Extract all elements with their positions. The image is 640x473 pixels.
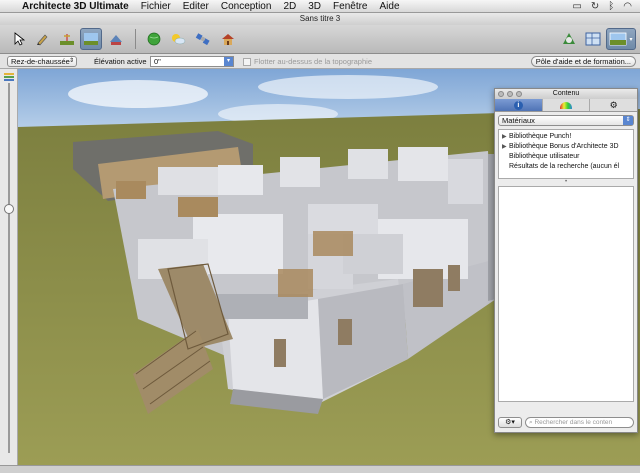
checkbox-box bbox=[243, 57, 251, 66]
category-selector[interactable]: Matériaux ⇕ bbox=[498, 115, 634, 126]
zoom-icon[interactable] bbox=[516, 91, 522, 97]
house-icon[interactable] bbox=[217, 28, 239, 50]
cloud bbox=[68, 80, 208, 108]
elevation-input[interactable]: 0" ▾ bbox=[150, 56, 234, 67]
list-item-label: Bibliothèque Bonus d'Architecte 3D bbox=[509, 143, 619, 150]
stepper-icon: ⇕ bbox=[623, 116, 633, 125]
menu-3d[interactable]: 3D bbox=[308, 1, 321, 12]
globe-icon[interactable] bbox=[143, 28, 165, 50]
list-item[interactable]: ▶ Bibliothèque Punch! bbox=[502, 132, 630, 142]
stepper-icon: ⇕ bbox=[68, 58, 74, 64]
palette-tabs: i ⚙ bbox=[495, 99, 637, 112]
elevation-label: Élévation active bbox=[94, 57, 147, 66]
minimize-icon[interactable] bbox=[507, 91, 513, 97]
floor-selector[interactable]: Rez-de-chaussée ⇕ bbox=[7, 56, 77, 67]
palette-title: Contenu bbox=[552, 90, 580, 97]
elevation-value: 0" bbox=[154, 57, 161, 66]
cross-section-icon[interactable] bbox=[105, 28, 127, 50]
disclosure-triangle-icon[interactable]: ▶ bbox=[502, 132, 509, 142]
color-stripe bbox=[4, 76, 14, 78]
plan-view-icon[interactable] bbox=[582, 28, 604, 50]
landscape-view-icon[interactable] bbox=[80, 28, 102, 50]
3d-view-icon[interactable]: ▾ bbox=[606, 28, 636, 50]
tab-settings[interactable]: ⚙ bbox=[590, 99, 637, 111]
list-item-label: Bibliothèque utilisateur bbox=[509, 153, 580, 160]
list-item-label: Résultats de la recherche (aucun él bbox=[509, 163, 620, 170]
palette-footer: ⚙▾ ⌕ Rechercher dans le conten bbox=[498, 417, 634, 428]
time-machine-icon[interactable]: ↻ bbox=[591, 1, 599, 12]
toolbar-separator bbox=[135, 29, 136, 49]
color-palette-icon bbox=[560, 101, 572, 109]
options-bar: Rez-de-chaussée ⇕ Élévation active 0" ▾ … bbox=[0, 54, 640, 69]
color-stripe bbox=[4, 79, 14, 81]
wifi-icon[interactable]: ◠ bbox=[623, 1, 632, 12]
render-tree-icon[interactable] bbox=[558, 28, 580, 50]
close-icon[interactable] bbox=[498, 91, 504, 97]
select-arrow-icon[interactable] bbox=[8, 28, 30, 50]
info-icon: i bbox=[513, 100, 523, 110]
zoom-slider-bar bbox=[0, 69, 18, 465]
list-item[interactable]: Bibliothèque utilisateur bbox=[502, 152, 630, 162]
zoom-slider-track[interactable] bbox=[8, 83, 10, 453]
app-menu[interactable]: Architecte 3D Ultimate bbox=[22, 1, 129, 12]
gear-icon: ⚙ bbox=[609, 99, 618, 110]
color-stripe bbox=[4, 73, 14, 75]
list-item-label: Bibliothèque Punch! bbox=[509, 133, 572, 140]
menu-aide[interactable]: Aide bbox=[380, 1, 400, 12]
tab-materials[interactable] bbox=[543, 99, 591, 111]
cloud bbox=[258, 75, 438, 99]
bluetooth-icon[interactable]: ᛒ bbox=[608, 1, 614, 12]
menu-conception[interactable]: Conception bbox=[221, 1, 272, 12]
menu-extra-icon[interactable]: ▭ bbox=[572, 1, 581, 12]
contents-palette: Contenu i ⚙ Matériaux ⇕ ▶ Bibliothèque Pu… bbox=[494, 88, 638, 433]
list-item[interactable]: ▶ Bibliothèque Bonus d'Architecte 3D bbox=[502, 142, 630, 152]
chevron-down-icon[interactable]: ▾ bbox=[224, 57, 233, 66]
menu-bar: Architecte 3D Ultimate Fichier Editer Co… bbox=[0, 0, 640, 13]
palette-title-bar[interactable]: Contenu bbox=[495, 89, 637, 99]
search-input[interactable]: ⌕ Rechercher dans le conten bbox=[525, 417, 634, 428]
zoom-slider-knob[interactable] bbox=[4, 204, 14, 214]
search-placeholder: Rechercher dans le conten bbox=[534, 419, 613, 426]
float-above-topography-checkbox[interactable]: Flotter au-dessus de la topographie bbox=[243, 57, 372, 66]
splitter-handle[interactable]: • bbox=[495, 179, 637, 186]
content-preview-pane[interactable] bbox=[498, 186, 634, 402]
tab-info[interactable]: i bbox=[495, 99, 543, 111]
help-training-button[interactable]: Pôle d'aide et de formation... bbox=[530, 56, 636, 67]
pencil-icon[interactable] bbox=[31, 28, 53, 50]
list-item[interactable]: Résultats de la recherche (aucun él bbox=[502, 162, 630, 172]
search-icon: ⌕ bbox=[529, 419, 533, 426]
gear-icon: ⚙▾ bbox=[505, 419, 515, 426]
menu-fichier[interactable]: Fichier bbox=[141, 1, 171, 12]
terrain-tool-icon[interactable] bbox=[56, 28, 78, 50]
disclosure-triangle-icon[interactable]: ▶ bbox=[502, 142, 509, 152]
library-list: ▶ Bibliothèque Punch! ▶ Bibliothèque Bonus… bbox=[498, 129, 634, 179]
floor-selector-value: Rez-de-chaussée bbox=[11, 57, 70, 66]
window-bottom-bar bbox=[0, 465, 640, 473]
menu-fenetre[interactable]: Fenêtre bbox=[333, 1, 367, 12]
menu-2d[interactable]: 2D bbox=[283, 1, 296, 12]
satellite-icon[interactable] bbox=[192, 28, 214, 50]
weather-icon[interactable] bbox=[167, 28, 189, 50]
window-title: Sans titre 3 bbox=[0, 13, 640, 25]
menu-editer[interactable]: Editer bbox=[183, 1, 209, 12]
main-toolbar: ▾ bbox=[0, 25, 640, 54]
action-menu-button[interactable]: ⚙▾ bbox=[498, 417, 522, 428]
float-label: Flotter au-dessus de la topographie bbox=[254, 57, 372, 66]
category-value: Matériaux bbox=[502, 116, 535, 125]
